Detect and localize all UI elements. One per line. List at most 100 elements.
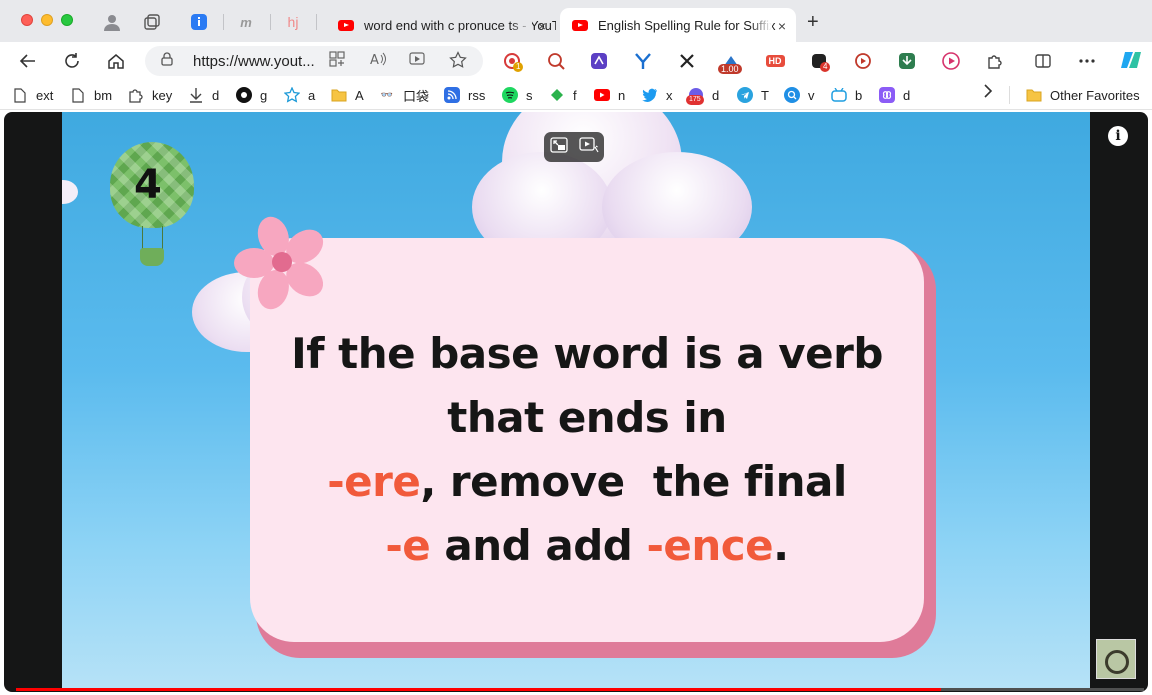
bookmark-bilibili[interactable]: b	[831, 86, 862, 104]
bookmark-folder-a[interactable]: A	[331, 86, 364, 104]
video-player[interactable]: 4 If the base word is a verb that ends i…	[4, 112, 1148, 692]
pinned-tab-hj[interactable]: hj	[284, 13, 302, 31]
spotify-icon	[502, 87, 518, 103]
home-icon	[108, 54, 124, 69]
extension-cross-icon[interactable]	[676, 50, 698, 72]
reload-icon	[65, 53, 79, 68]
rule-text: If the base word is a verb that ends in …	[250, 322, 924, 578]
pinned-tab-info-icon[interactable]	[190, 13, 208, 31]
pocket-icon: 👓	[380, 89, 394, 101]
read-aloud-icon[interactable]: A	[369, 51, 387, 71]
counter-icon: 175	[686, 87, 704, 105]
extension-red-icon[interactable]: 1	[501, 50, 524, 72]
extension-search-icon[interactable]	[545, 50, 567, 72]
bookmark-rss[interactable]: rss	[444, 86, 485, 104]
bookmark-a[interactable]: a	[284, 86, 315, 104]
extension-dark-icon[interactable]: 4	[808, 50, 831, 72]
rule-line-1: If the base word is a verb	[291, 329, 883, 378]
extensions-puzzle-icon[interactable]	[984, 50, 1006, 72]
channel-watermark[interactable]	[1096, 639, 1136, 679]
other-favorites[interactable]: Other Favorites	[1026, 86, 1140, 104]
bilibili-icon	[831, 87, 847, 103]
extension-play-circle-icon[interactable]	[940, 50, 962, 72]
youtube-icon	[594, 87, 610, 103]
tab-youtube-word-end[interactable]: word end with c pronuce ts - YouTube ×	[326, 8, 556, 42]
url-text[interactable]: https://www.yout...	[193, 53, 315, 70]
bookmark-ext[interactable]: ext	[12, 86, 53, 104]
bookmarks-overflow-chevron-icon[interactable]	[983, 84, 993, 103]
bookmark-counter[interactable]: 175 d	[686, 86, 719, 105]
app-grid-icon[interactable]	[329, 51, 345, 71]
new-tab-button[interactable]: +	[807, 12, 819, 32]
extension-refresh-play-icon[interactable]	[852, 50, 874, 72]
bookmark-pocket[interactable]: 👓 口袋	[379, 86, 429, 104]
video-picture-icon[interactable]	[409, 51, 427, 71]
bookmark-d[interactable]: d	[188, 86, 219, 104]
hot-air-balloon: 4	[110, 142, 194, 250]
profile-icon[interactable]	[103, 13, 121, 31]
favorite-star-icon[interactable]	[449, 51, 467, 73]
rule-line-3: -ere, remove the final	[327, 457, 847, 506]
address-bar[interactable]: https://www.yout... A	[145, 46, 483, 76]
bookmark-telegram[interactable]: T	[737, 86, 769, 104]
video-progress-bar[interactable]	[16, 688, 1144, 691]
page-icon	[70, 87, 86, 103]
bookmarks-bar: ext bm key d g a A 👓 口袋 rss s f n x 175 …	[0, 80, 1152, 110]
hd-icon[interactable]: HD	[764, 50, 786, 72]
extension-purple-icon[interactable]	[588, 50, 610, 72]
more-menu-icon[interactable]	[1076, 50, 1098, 72]
arrow-left-icon	[19, 54, 35, 68]
bookmark-twitter[interactable]: x	[642, 86, 673, 104]
lock-icon[interactable]	[161, 52, 173, 69]
bookmark-v[interactable]: v	[784, 86, 815, 104]
tab-english-spelling[interactable]: English Spelling Rule for Suffix ×	[560, 8, 796, 42]
extension-y-icon[interactable]	[632, 50, 654, 72]
close-tab-button[interactable]: ×	[778, 18, 786, 34]
search-v-icon	[784, 87, 800, 103]
telegram-icon	[737, 87, 753, 103]
bookmark-g[interactable]: g	[236, 86, 267, 104]
split-screen-icon[interactable]	[1032, 50, 1054, 72]
youtube-icon	[338, 19, 354, 31]
bookmark-youtube[interactable]: n	[594, 86, 625, 104]
reload-button[interactable]	[60, 49, 84, 73]
folder-icon	[331, 87, 347, 103]
exit-pip-icon[interactable]	[549, 137, 568, 157]
twitter-icon	[642, 87, 658, 103]
zoom-window-button[interactable]	[61, 14, 73, 26]
page-icon	[12, 87, 28, 103]
svg-text:A: A	[370, 53, 379, 67]
infinity-icon	[879, 87, 895, 103]
rule-line-2: that ends in	[447, 393, 727, 442]
minimize-window-button[interactable]	[41, 14, 53, 26]
video-info-button[interactable]: i	[1108, 126, 1128, 146]
title-bar: m hj word end with c pronuce ts - YouTub…	[0, 0, 1152, 42]
close-tab-button[interactable]: ×	[538, 18, 546, 34]
home-button[interactable]	[104, 49, 128, 73]
bookmark-key[interactable]: key	[128, 86, 172, 104]
bookmark-spotify[interactable]: s	[502, 86, 533, 104]
bookmark-bm[interactable]: bm	[70, 86, 112, 104]
tab-title: English Spelling Rule for Suffix	[598, 17, 776, 33]
download-icon	[188, 87, 204, 103]
github-icon	[236, 87, 252, 103]
cloud	[62, 180, 78, 204]
workspaces-icon[interactable]	[143, 13, 161, 31]
close-window-button[interactable]	[21, 14, 33, 26]
video-progress-fill	[16, 688, 941, 691]
copilot-icon[interactable]	[1118, 47, 1144, 73]
feedly-icon	[549, 87, 565, 103]
rule-line-4: -e and add -ence.	[385, 521, 789, 570]
video-enhance-icon[interactable]	[578, 137, 599, 157]
bookmark-feedly[interactable]: f	[549, 86, 577, 104]
balloon-number: 4	[134, 162, 162, 208]
toolbar: https://www.yout... A 1 1.00 HD 4	[0, 42, 1152, 80]
pinned-tab-m[interactable]: m	[237, 13, 255, 31]
extension-download-icon[interactable]	[896, 50, 918, 72]
back-button[interactable]	[16, 49, 40, 73]
balloon-basket	[140, 248, 164, 266]
playback-speed-icon[interactable]: 1.00	[718, 50, 742, 74]
video-overlay-controls	[544, 132, 604, 162]
bookmark-d2[interactable]: d	[879, 86, 910, 104]
puzzle-icon	[128, 87, 144, 103]
